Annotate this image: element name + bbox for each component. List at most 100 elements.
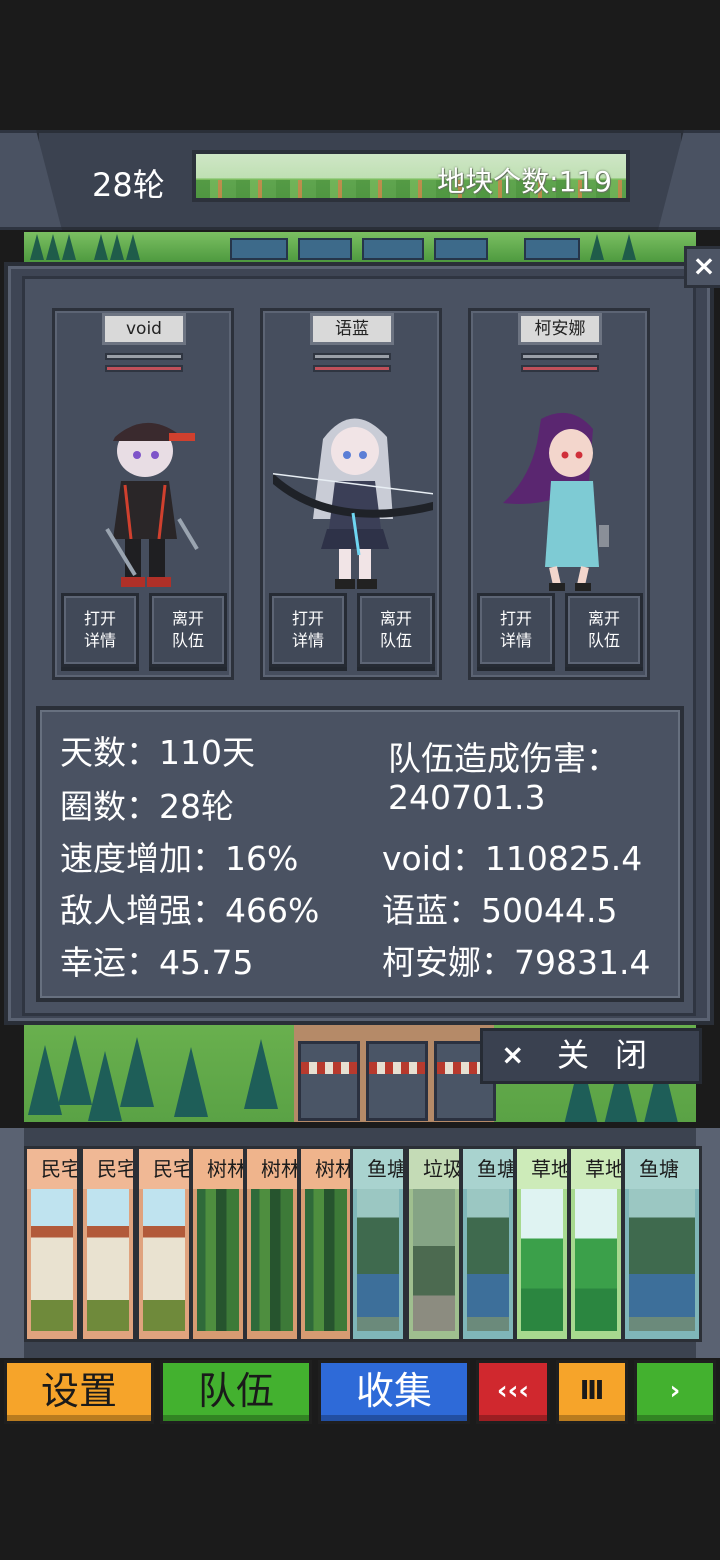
team-button[interactable]: 队伍 — [160, 1360, 312, 1424]
tree — [244, 1039, 278, 1109]
card-art — [251, 1189, 293, 1331]
tree — [58, 1035, 92, 1105]
tile-progress-bar: 地块个数:119 — [192, 150, 630, 202]
member-name: 柯安娜 — [518, 313, 602, 345]
panel-close-icon[interactable]: × — [684, 246, 720, 288]
card-art — [197, 1189, 239, 1331]
leave-team-button[interactable]: 离开 队伍 — [357, 593, 435, 667]
member-card-keanna: 柯安娜 打开 详情 离开 队伍 — [468, 308, 650, 680]
stat-damage-yulan: 语蓝：50044.5 — [382, 891, 618, 930]
tile-card-trash[interactable]: 垃圾 — [406, 1146, 462, 1342]
tree — [120, 1037, 154, 1107]
card-title: 树林 — [301, 1149, 351, 1189]
stat-speed: 速度增加：16% — [60, 839, 299, 878]
stat-team-damage-label: 队伍造成伤害： — [388, 739, 619, 778]
settings-button[interactable]: 设置 — [4, 1360, 154, 1424]
building — [298, 238, 352, 260]
close-icon: × — [501, 1038, 525, 1071]
close-button[interactable]: × 关闭 — [480, 1028, 702, 1084]
card-title: 草地 — [571, 1149, 621, 1189]
tree — [28, 1045, 62, 1115]
building — [434, 238, 488, 260]
tile-card-pond[interactable]: 鱼塘 — [460, 1146, 516, 1342]
pause-icon[interactable]: Ⅲ — [556, 1360, 628, 1424]
tree — [126, 234, 140, 260]
member-mp-bar — [105, 365, 183, 372]
stat-team-damage-value: 240701.3 — [388, 778, 546, 817]
card-title: 树林 — [193, 1149, 243, 1189]
character-sprite-void — [105, 422, 199, 587]
rewind-icon[interactable]: ‹‹‹ — [476, 1360, 550, 1424]
leave-team-button[interactable]: 离开 队伍 — [149, 593, 227, 667]
card-art — [31, 1189, 73, 1331]
member-mp-bar — [521, 365, 599, 372]
card-art — [143, 1189, 185, 1331]
stat-damage-keanna: 柯安娜：79831.4 — [382, 943, 651, 982]
leave-team-button[interactable]: 离开 队伍 — [565, 593, 643, 667]
open-details-button[interactable]: 打开 详情 — [477, 593, 555, 667]
member-hp-bar — [313, 353, 391, 360]
tile-card-house[interactable]: 民宅 — [136, 1146, 192, 1342]
stat-laps: 圈数：28轮 — [60, 787, 234, 826]
tree — [110, 234, 124, 260]
card-title: 鱼塘 — [463, 1149, 513, 1189]
tile-card-forest[interactable]: 树林 — [298, 1146, 354, 1342]
member-name: 语蓝 — [310, 313, 394, 345]
tile-card-forest[interactable]: 树林 — [190, 1146, 246, 1342]
tree — [622, 234, 636, 260]
open-details-button[interactable]: 打开 详情 — [61, 593, 139, 667]
card-area-edge — [0, 1128, 24, 1358]
tree — [46, 234, 60, 260]
tile-card-grass[interactable]: 草地 — [568, 1146, 624, 1342]
tree — [174, 1047, 208, 1117]
stat-days: 天数：110天 — [60, 733, 255, 772]
card-title: 树林 — [247, 1149, 297, 1189]
member-hp-bar — [105, 353, 183, 360]
character-sprite-keanna — [503, 412, 609, 591]
card-title: 垃圾 — [409, 1149, 459, 1189]
open-details-button[interactable]: 打开 详情 — [269, 593, 347, 667]
tile-card-grass[interactable]: 草地 — [514, 1146, 570, 1342]
card-art — [575, 1189, 617, 1331]
card-art — [305, 1189, 347, 1331]
tile-count-label: 地块个数:119 — [437, 165, 612, 198]
card-art — [413, 1189, 455, 1331]
tree — [590, 234, 604, 260]
close-button-label: 关闭 — [557, 1036, 674, 1074]
tree — [88, 1051, 122, 1121]
member-name: void — [102, 313, 186, 345]
tree — [30, 234, 44, 260]
stat-damage-void: void：110825.4 — [382, 839, 643, 878]
card-art — [629, 1189, 695, 1331]
member-mp-bar — [313, 365, 391, 372]
card-title: 鱼塘 — [353, 1149, 403, 1189]
tile-card-pond[interactable]: 鱼塘 — [350, 1146, 406, 1342]
building — [362, 238, 424, 260]
tile-card-pond[interactable]: 鱼塘 — [622, 1146, 702, 1342]
card-title: 鱼塘 — [625, 1149, 699, 1189]
top-bar: 28轮 地块个数:119 — [0, 130, 720, 230]
card-title: 草地 — [517, 1149, 567, 1189]
play-icon[interactable]: › — [634, 1360, 716, 1424]
house — [366, 1041, 428, 1121]
card-art — [357, 1189, 399, 1331]
building — [524, 238, 580, 260]
member-card-void: void 打开 详情 离开 队伍 — [52, 308, 234, 680]
collection-button[interactable]: 收集 — [318, 1360, 470, 1424]
building — [230, 238, 288, 260]
member-hp-bar — [521, 353, 599, 360]
card-art — [87, 1189, 129, 1331]
card-title: 民宅 — [83, 1149, 133, 1189]
stat-luck: 幸运：45.75 — [60, 943, 254, 982]
map-strip-top — [24, 232, 696, 262]
tile-card-house[interactable]: 民宅 — [24, 1146, 80, 1342]
card-title: 民宅 — [27, 1149, 77, 1189]
tile-card-forest[interactable]: 树林 — [244, 1146, 300, 1342]
character-sprite-yulan — [273, 418, 433, 589]
house — [298, 1041, 360, 1121]
tree — [94, 234, 108, 260]
stat-enemy-boost: 敌人增强：466% — [60, 891, 320, 930]
tile-card-house[interactable]: 民宅 — [80, 1146, 136, 1342]
card-title: 民宅 — [139, 1149, 189, 1189]
tree — [62, 234, 76, 260]
